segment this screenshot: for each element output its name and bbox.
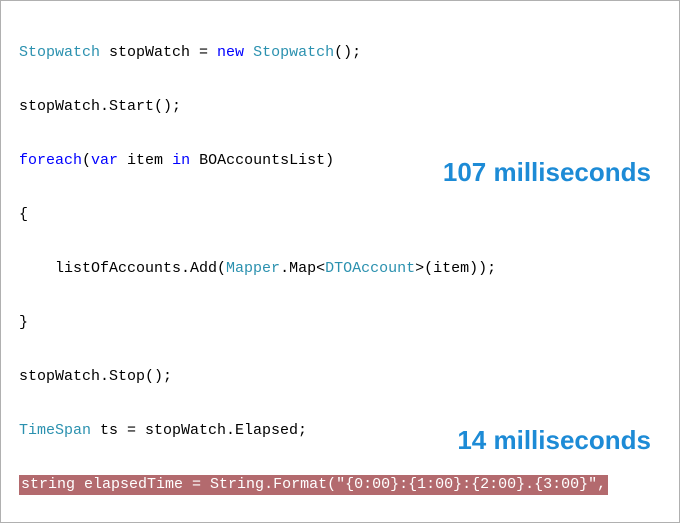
selection-highlight: string elapsedTime = String.Format("{0:0… [19, 475, 608, 495]
code-line: foreach(var item in BOAccountsList) [19, 151, 665, 171]
token: listOfAccounts.Add( [19, 260, 226, 277]
code-line: } [19, 313, 665, 333]
code-line: TimeSpan ts = stopWatch.Elapsed; [19, 421, 665, 441]
token-type: Stopwatch [253, 44, 334, 61]
token-keyword: string [21, 476, 75, 493]
token-type: Stopwatch [19, 44, 100, 61]
token: .Map< [280, 260, 325, 277]
token: stopWatch = [100, 44, 217, 61]
token: .Format( [264, 476, 336, 493]
token-keyword: in [172, 152, 190, 169]
code-line: Stopwatch stopWatch = new Stopwatch(); [19, 43, 665, 63]
token-type: TimeSpan [19, 422, 91, 439]
token: item [118, 152, 172, 169]
code-line: stopWatch.Stop(); [19, 367, 665, 387]
token: >(item)); [415, 260, 496, 277]
code-line: string elapsedTime = String.Format("{0:0… [19, 475, 665, 495]
token-keyword: var [91, 152, 118, 169]
token: } [19, 314, 28, 331]
token-keyword: new [217, 44, 244, 61]
token: { [19, 206, 28, 223]
token: stopWatch.Start(); [19, 98, 181, 115]
token: elapsedTime = [75, 476, 210, 493]
token-type: String [210, 476, 264, 493]
token-string: "{0:00}:{1:00}:{2:00}.{3:00}" [336, 476, 597, 493]
token-type: DTOAccount [325, 260, 415, 277]
code-line: stopWatch.Start(); [19, 97, 665, 117]
token: (); [334, 44, 361, 61]
token: ( [82, 152, 91, 169]
token: ts = stopWatch.Elapsed; [91, 422, 307, 439]
code-editor[interactable]: Stopwatch stopWatch = new Stopwatch(); s… [5, 5, 675, 518]
code-line: { [19, 205, 665, 225]
code-line: listOfAccounts.Add(Mapper.Map<DTOAccount… [19, 259, 665, 279]
token-type: Mapper [226, 260, 280, 277]
code-block-foreach: Stopwatch stopWatch = new Stopwatch(); s… [5, 5, 675, 518]
token: stopWatch.Stop(); [19, 368, 172, 385]
token-keyword: foreach [19, 152, 82, 169]
token: , [597, 476, 606, 493]
token [244, 44, 253, 61]
token: BOAccountsList) [190, 152, 334, 169]
